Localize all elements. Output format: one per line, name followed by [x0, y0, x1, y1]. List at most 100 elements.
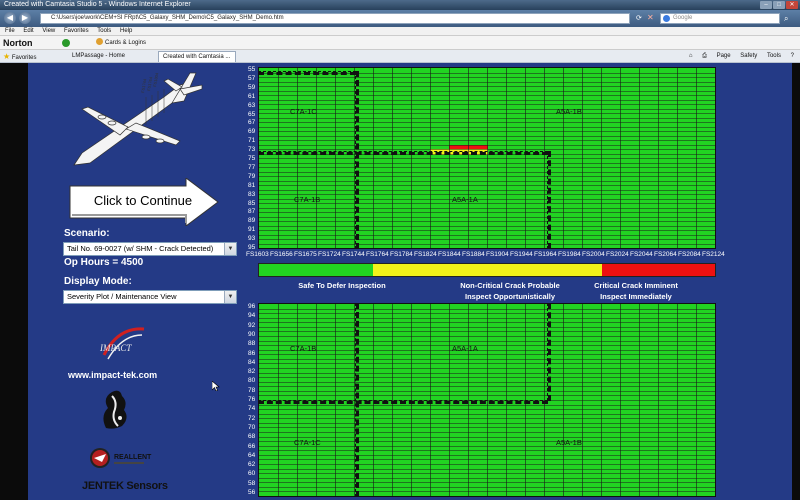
- left-panel: FS1744 FS1764 FS1804 Click to Continue S…: [28, 63, 248, 500]
- fs-tick-label: FS1603: [246, 251, 269, 258]
- zone-divider: [258, 71, 356, 75]
- scenario-label: Scenario:: [64, 228, 110, 239]
- chevron-down-icon[interactable]: ▼: [224, 243, 236, 255]
- zone-divider: [258, 151, 548, 155]
- severity-legend-bar: [258, 263, 716, 277]
- tab-lmpassage[interactable]: LMPassage - Home: [68, 51, 152, 62]
- legend-critical-line2: Inspect Immediately: [600, 292, 672, 301]
- zone-divider: [258, 400, 548, 404]
- norton-toolbar: Norton Cards & Logins: [0, 36, 800, 50]
- cards-logins-button[interactable]: Cards & Logins: [96, 36, 146, 50]
- y-tick-label: 70: [248, 423, 256, 431]
- menu-help[interactable]: Help: [120, 28, 132, 34]
- maximize-button[interactable]: □: [773, 1, 785, 9]
- norton-check-icon[interactable]: [62, 39, 70, 47]
- stop-icon[interactable]: ✕: [647, 13, 654, 22]
- zone-divider: [547, 303, 551, 401]
- reallent-text: REALLENT: [114, 454, 152, 461]
- y-tick-label: 90: [248, 330, 256, 338]
- window-titlebar: Created with Camtasia Studio 5 - Windows…: [0, 0, 800, 10]
- address-toolbar: ◀ ▶ C:\Users\joe\work\CEM+SI FRpt\C5_Gal…: [0, 10, 800, 27]
- safety-menu[interactable]: Safety: [740, 53, 757, 59]
- jentek-logo: JENTEK Sensors: [82, 480, 168, 492]
- fs-tick-label: FS1984: [558, 251, 581, 258]
- skunk-logo: [103, 390, 127, 429]
- menu-file[interactable]: File: [5, 28, 15, 34]
- google-icon: [663, 15, 670, 22]
- window-title: Created with Camtasia Studio 5 - Windows…: [4, 1, 191, 8]
- home-icon[interactable]: ⌂: [689, 53, 693, 59]
- top-grid-cells: [258, 67, 716, 249]
- forward-icon[interactable]: ▶: [19, 12, 31, 24]
- impact-logo-text: IMPACT: [99, 343, 132, 353]
- star-icon: ★: [3, 52, 11, 61]
- y-tick-label: 67: [248, 119, 256, 127]
- legend-noncritical-line2: Inspect Opportunistically: [464, 292, 555, 301]
- zone-divider: [547, 151, 551, 249]
- back-icon[interactable]: ◀: [4, 12, 16, 24]
- y-tick-label: 61: [248, 92, 256, 100]
- aircraft-icon: FS1744 FS1764 FS1804: [73, 72, 203, 166]
- fs-tick-label: FS1944: [510, 251, 533, 258]
- y-tick-label: 87: [248, 208, 256, 216]
- menu-edit[interactable]: Edit: [23, 28, 33, 34]
- y-tick-label: 88: [248, 340, 256, 348]
- legend-noncritical-line1: Non-Critical Crack Probable: [460, 281, 560, 290]
- bottom-severity-grid: 96 94 92 90 88 86 84 82 80 78 76 74 72 70 68 66 64 62 60 58…: [244, 303, 724, 500]
- search-input[interactable]: Google: [660, 13, 780, 24]
- y-tick-label: 86: [248, 349, 256, 357]
- y-tick-label: 63: [248, 101, 256, 109]
- menu-tools[interactable]: Tools: [97, 28, 111, 34]
- grid-lines: [259, 68, 715, 248]
- fs-tick-label: FS1844: [438, 251, 461, 258]
- y-tick-label: 83: [248, 190, 256, 198]
- fs-tick-label: FS1764: [366, 251, 389, 258]
- scenario-select[interactable]: Tail No. 69-0027 (w/ SHM - Crack Detecte…: [63, 242, 237, 256]
- reallent-logo: REALLENT: [90, 448, 152, 468]
- continue-button[interactable]: Click to Continue: [68, 178, 220, 226]
- y-tick-label: 78: [248, 386, 256, 394]
- tab-camtasia[interactable]: Created with Camtasia ...: [158, 51, 236, 62]
- address-field[interactable]: C:\Users\joe\work\CEM+SI FRpt\C5_Galaxy_…: [40, 13, 630, 24]
- y-tick-label: 84: [248, 358, 256, 366]
- y-tick-label: 96: [248, 303, 256, 310]
- minimize-button[interactable]: –: [760, 1, 772, 9]
- menu-bar: File Edit View Favorites Tools Help: [0, 27, 800, 36]
- y-tick-label: 62: [248, 461, 256, 469]
- op-hours: Op Hours = 4500: [64, 257, 144, 268]
- fs-tick-label: FS1884: [462, 251, 485, 258]
- page-menu[interactable]: Page: [717, 53, 731, 59]
- chevron-down-icon[interactable]: ▼: [224, 291, 236, 303]
- fs-tick-label: FS2084: [678, 251, 701, 258]
- legend-critical-swatch: [601, 264, 715, 276]
- menu-view[interactable]: View: [42, 28, 55, 34]
- y-tick-label: 58: [248, 479, 256, 487]
- close-button[interactable]: ✕: [786, 1, 798, 9]
- refresh-icon[interactable]: ⟳: [636, 14, 642, 22]
- y-tick-label: 93: [248, 235, 256, 243]
- fs-tick-label: FS1675: [294, 251, 317, 258]
- legend-safe-text: Safe To Defer Inspection: [298, 281, 386, 290]
- display-mode-select[interactable]: Severity Plot / Maintenance View ▼: [63, 290, 237, 304]
- y-tick-label: 64: [248, 451, 256, 459]
- y-tick-label: 65: [248, 110, 256, 118]
- y-tick-label: 77: [248, 163, 256, 171]
- top-severity-grid: 55 57 59 61 63 65 67 69 71 73 75 77 79 81 83 85 87 89 91 93…: [244, 66, 724, 257]
- zone-divider: [355, 71, 359, 249]
- search-icon[interactable]: ⌕: [784, 14, 788, 24]
- tools-menu[interactable]: Tools: [767, 53, 781, 59]
- menu-favorites[interactable]: Favorites: [64, 28, 89, 34]
- print-icon[interactable]: ⎙: [702, 53, 707, 59]
- help-icon[interactable]: ?: [791, 53, 794, 59]
- fs-tick-label: FS1784: [390, 251, 413, 258]
- fs-tick-label: FS1744: [342, 251, 365, 258]
- norton-logo[interactable]: Norton: [3, 36, 33, 50]
- zone-label: C7A-1C: [294, 438, 321, 447]
- y-tick-label: 59: [248, 83, 256, 91]
- legend-noncritical-swatch: [372, 264, 602, 276]
- y-tick-label: 60: [248, 470, 256, 478]
- favorites-bar: ★ Favorites LMPassage - Home Created wit…: [0, 50, 800, 63]
- y-tick-label: 89: [248, 217, 256, 225]
- y-tick-label: 85: [248, 199, 256, 207]
- display-mode-label: Display Mode:: [64, 276, 132, 287]
